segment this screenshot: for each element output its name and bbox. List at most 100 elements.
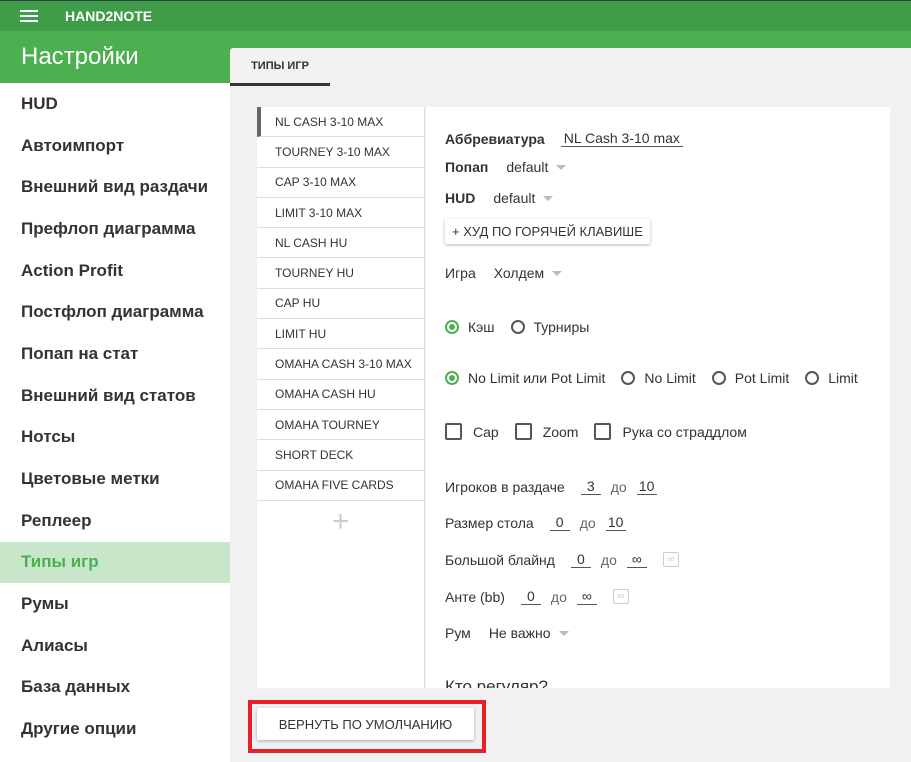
hotkey-hud-button[interactable]: + ХУД ПО ГОРЯЧЕЙ КЛАВИШЕ: [445, 219, 650, 244]
radio-button[interactable]: [621, 371, 636, 385]
tab-bar: ТИПЫ ИГР: [230, 48, 911, 86]
sidebar-item[interactable]: Попап на стат: [0, 333, 230, 375]
game-type-list: NL CASH 3-10 MAX TOURNEY 3-10 MAX CAP 3-10…: [257, 107, 425, 688]
app-title: HAND2NOTE: [65, 8, 153, 24]
game-type-item[interactable]: OMAHA CASH HU: [257, 380, 424, 410]
room-label: Рум: [445, 625, 471, 641]
caret-down-icon: [558, 630, 569, 636]
radio-button[interactable]: [510, 320, 525, 334]
checkbox[interactable]: [445, 423, 462, 440]
hud-label: HUD: [445, 190, 476, 206]
to-label: до: [600, 551, 617, 568]
option-label: Zoom: [542, 423, 579, 440]
game-type-item[interactable]: NL CASH 3-10 MAX: [257, 107, 424, 138]
game-type-item[interactable]: NL CASH HU: [257, 228, 424, 259]
checkbox[interactable]: [514, 423, 532, 440]
app-bar: HAND2NOTE: [0, 0, 911, 31]
regular-heading: Кто регуляр?: [445, 677, 548, 688]
hud-value: default: [493, 190, 536, 206]
game-value: Холдем: [493, 265, 545, 281]
radio-button[interactable]: [445, 320, 459, 334]
option-label: Рука со страддлом: [622, 423, 747, 440]
option-label: Pot Limit: [734, 370, 790, 386]
radio-option[interactable]: Кэш: [445, 319, 495, 335]
table-size-from-input[interactable]: 0: [549, 514, 570, 531]
infinity-button[interactable]: ∞: [662, 552, 679, 567]
sidebar-item[interactable]: Нотсы: [0, 417, 230, 459]
game-dropdown[interactable]: Холдем: [493, 265, 563, 281]
game-type-item[interactable]: TOURNEY HU: [257, 258, 424, 289]
sidebar-item[interactable]: Action Profit: [0, 250, 230, 292]
sidebar-item[interactable]: Алиасы: [0, 625, 230, 667]
checkbox-option[interactable]: Рука со страддлом: [594, 423, 747, 440]
add-game-type-button[interactable]: +: [257, 505, 424, 539]
radio-button[interactable]: [445, 371, 459, 385]
room-dropdown[interactable]: Не важно: [489, 625, 569, 641]
sidebar-item[interactable]: Цветовые метки: [0, 458, 230, 500]
popup-value: default: [506, 159, 549, 175]
to-label: до: [579, 514, 596, 531]
option-label: No Limit или Pot Limit: [468, 370, 606, 386]
players-from-input[interactable]: 3: [580, 478, 601, 495]
option-label: Cap: [473, 423, 499, 440]
room-value: Не важно: [488, 625, 551, 641]
caret-down-icon: [552, 270, 563, 276]
table-size-label: Размер стола: [445, 514, 534, 531]
checkbox[interactable]: [594, 423, 612, 440]
to-label: до: [550, 588, 567, 605]
game-label: Игра: [445, 265, 476, 281]
game-type-item[interactable]: OMAHA CASH 3-10 MAX: [257, 349, 424, 380]
checkbox-option[interactable]: Zoom: [514, 423, 579, 440]
radio-button[interactable]: [805, 371, 820, 385]
sidebar-item[interactable]: Постфлоп диаграмма: [0, 291, 230, 333]
game-type-item[interactable]: CAP 3-10 MAX: [257, 168, 424, 198]
sidebar-item[interactable]: Префлоп диаграмма: [0, 208, 230, 250]
sidebar: HUD Автоимпорт Внешний вид раздачи Префлоп …: [0, 83, 230, 762]
popup-label: Попап: [445, 159, 489, 175]
sidebar-item[interactable]: Внешний вид раздачи: [0, 166, 230, 208]
radio-option[interactable]: Limit: [805, 370, 858, 386]
radio-option[interactable]: Турниры: [510, 319, 589, 335]
players-to-input[interactable]: 10: [636, 478, 657, 495]
sidebar-item[interactable]: Типы игр: [0, 541, 230, 584]
game-type-item[interactable]: LIMIT HU: [257, 319, 424, 350]
radio-option[interactable]: No Limit или Pot Limit: [445, 370, 605, 386]
ante-to-input[interactable]: ∞: [576, 588, 597, 605]
sidebar-item[interactable]: База данных: [0, 667, 230, 709]
ante-from-input[interactable]: 0: [520, 588, 541, 605]
sidebar-item[interactable]: Автоимпорт: [0, 125, 230, 167]
players-label: Игроков в раздаче: [445, 478, 565, 495]
sidebar-item[interactable]: Румы: [0, 583, 230, 625]
checkbox-option[interactable]: Cap: [445, 423, 499, 440]
table-size-to-input[interactable]: 10: [605, 514, 626, 531]
caret-down-icon: [543, 195, 554, 201]
game-type-item[interactable]: TOURNEY 3-10 MAX: [257, 137, 424, 168]
big-blind-from-input[interactable]: 0: [570, 551, 591, 568]
abbr-input[interactable]: NL Cash 3-10 max: [560, 130, 683, 147]
hamburger-icon[interactable]: [20, 10, 38, 22]
popup-dropdown[interactable]: default: [506, 159, 567, 175]
game-type-item[interactable]: SHORT DECK: [257, 440, 424, 471]
game-type-item[interactable]: OMAHA FIVE CARDS: [257, 471, 424, 501]
sidebar-item[interactable]: Реплеер: [0, 500, 230, 542]
tab-game-types[interactable]: ТИПЫ ИГР: [230, 48, 330, 86]
radio-button[interactable]: [711, 371, 726, 385]
sidebar-item[interactable]: Внешний вид статов: [0, 375, 230, 417]
caret-down-icon: [556, 164, 567, 170]
page-title: Настройки: [21, 43, 139, 70]
sidebar-item[interactable]: Другие опции: [0, 708, 230, 750]
hud-dropdown[interactable]: default: [493, 190, 554, 206]
sidebar-item[interactable]: HUD: [0, 83, 230, 125]
infinity-button[interactable]: ∞: [612, 589, 629, 604]
radio-option[interactable]: Pot Limit: [711, 370, 790, 386]
big-blind-to-input[interactable]: ∞: [626, 551, 647, 568]
game-type-item[interactable]: LIMIT 3-10 MAX: [257, 198, 424, 229]
ante-label: Анте (bb): [445, 588, 505, 605]
game-type-item[interactable]: CAP HU: [257, 289, 424, 320]
to-label: до: [610, 478, 627, 495]
option-label: No Limit: [644, 370, 696, 386]
option-label: Limit: [828, 370, 858, 386]
big-blind-label: Большой блайнд: [445, 551, 555, 568]
game-type-item[interactable]: OMAHA TOURNEY: [257, 410, 424, 441]
radio-option[interactable]: No Limit: [621, 370, 696, 386]
